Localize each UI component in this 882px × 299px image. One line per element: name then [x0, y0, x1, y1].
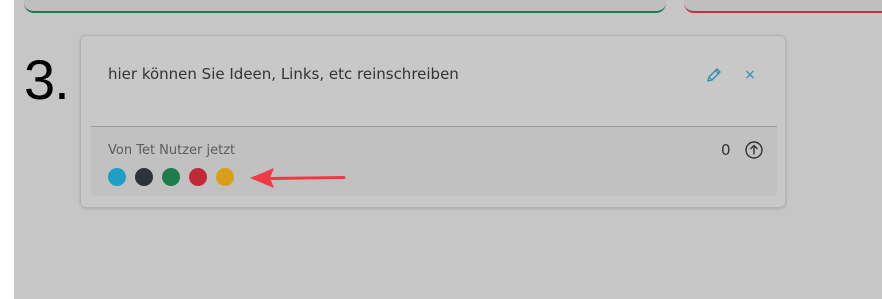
pencil-icon	[707, 68, 721, 82]
color-swatch-dark[interactable]	[135, 168, 153, 186]
color-swatch-red[interactable]	[189, 168, 207, 186]
card-footer: Von Tet Nutzer jetzt 0	[91, 127, 777, 196]
card-above-green	[24, 0, 666, 13]
arrow-up-circle-icon	[745, 141, 763, 159]
edit-button[interactable]	[701, 63, 727, 87]
close-icon: ×	[744, 67, 756, 83]
color-picker	[108, 168, 234, 186]
post-card: hier können Sie Ideen, Links, etc reinsc…	[80, 35, 786, 208]
color-swatch-yellow[interactable]	[216, 168, 234, 186]
upvote-button[interactable]	[743, 139, 765, 161]
step-number: 3.	[24, 48, 70, 111]
post-text: hier können Sie Ideen, Links, etc reinsc…	[108, 65, 459, 83]
color-swatch-green[interactable]	[162, 168, 180, 186]
close-button[interactable]: ×	[740, 64, 760, 86]
card-above-red	[684, 0, 882, 13]
annotation-arrow-icon	[250, 168, 346, 188]
author-line: Von Tet Nutzer jetzt	[108, 143, 236, 158]
color-swatch-cyan[interactable]	[108, 168, 126, 186]
vote-count: 0	[721, 141, 731, 159]
